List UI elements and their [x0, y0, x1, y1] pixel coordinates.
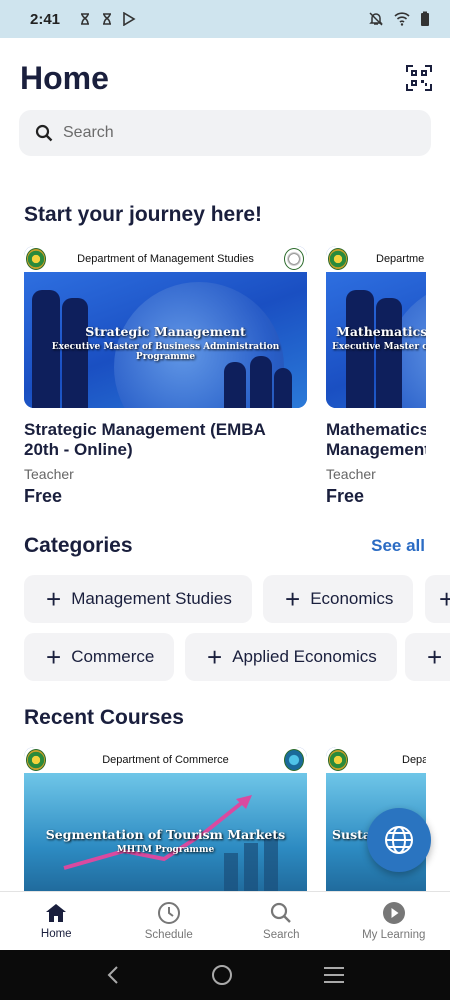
globe-icon [385, 826, 413, 854]
plus-icon: + [207, 642, 223, 672]
thumb-title: Mathematics & [336, 324, 426, 339]
thumb-image: Segmentation of Tourism Markets MHTM Pro… [24, 773, 307, 891]
thumb-title: Strategic Management [85, 324, 246, 339]
thumb-header: Depa [326, 747, 426, 773]
thumb-department: Departme [376, 253, 425, 265]
department-logo-icon [284, 749, 304, 771]
course-teacher: Teacher [24, 466, 74, 482]
plus-icon: + [46, 642, 62, 672]
plus-icon: + [427, 642, 443, 672]
search-icon [35, 124, 53, 142]
category-chip[interactable]: + Commerce [24, 633, 175, 681]
thumb-image: Mathematics & Executive Master of [326, 272, 426, 408]
home-icon [46, 904, 67, 922]
back-icon[interactable] [105, 965, 121, 985]
plus-icon: + [285, 584, 301, 614]
recent-course-card[interactable]: Department of Commerce Segmentation of T… [24, 747, 307, 891]
university-logo-icon [26, 248, 46, 270]
wifi-icon [394, 12, 410, 26]
silhouette [224, 362, 246, 408]
bottom-navigation: Home Schedule Search My Learning [0, 891, 450, 950]
course-title: Strategic Management (EMBA 20th - Online… [24, 420, 266, 459]
home-circle-icon[interactable] [211, 964, 233, 986]
see-all-link[interactable]: See all [371, 536, 425, 556]
course-thumbnail: Departme Mathematics & Executive Master … [326, 246, 426, 408]
category-chip[interactable]: + [405, 633, 450, 681]
nav-my-learning[interactable]: My Learning [338, 892, 450, 950]
section-title-recent: Recent Courses [24, 706, 184, 729]
play-circle-icon [382, 902, 405, 924]
silhouette [250, 356, 272, 408]
nav-search[interactable]: Search [225, 892, 338, 950]
category-chip[interactable]: + Applied Economics [185, 633, 397, 681]
course-price: Free [326, 486, 365, 506]
app-notification-icon [81, 13, 90, 25]
search-input[interactable] [63, 124, 383, 142]
recents-menu-icon[interactable] [323, 966, 345, 984]
category-chip[interactable]: + [425, 575, 450, 623]
section-title-categories: Categories [24, 534, 133, 557]
course-card[interactable]: Department of Management Studies Strateg… [24, 246, 307, 507]
status-notification-icons [78, 12, 136, 26]
play-store-icon [123, 12, 136, 26]
silhouette [274, 368, 292, 408]
category-label: Economics [310, 589, 394, 608]
clock-icon [157, 902, 180, 924]
status-bar: 2:41 [0, 0, 450, 38]
thumb-department: Department of Commerce [102, 754, 229, 766]
department-logo-icon [284, 248, 304, 270]
thumb-department: Department of Management Studies [77, 253, 254, 265]
nav-home-label: Home [40, 928, 72, 940]
mute-icon [369, 12, 383, 26]
thumb-department: Depa [402, 754, 426, 766]
thumb-header: Department of Commerce [24, 747, 307, 773]
nav-schedule-label: Schedule [144, 929, 193, 941]
course-price: Free [24, 486, 63, 506]
plus-icon: + [439, 584, 450, 614]
app-content: Home Start your journey here! Department… [0, 38, 450, 891]
category-chip[interactable]: + Management Studies [24, 575, 252, 623]
category-chip[interactable]: + Economics [263, 575, 414, 623]
course-card[interactable]: Departme Mathematics & Executive Master … [326, 246, 426, 507]
plus-icon: + [46, 584, 62, 614]
search-bar[interactable] [19, 110, 431, 156]
nav-home[interactable]: Home [0, 892, 113, 950]
app-notification-icon [103, 13, 112, 25]
silhouette [376, 298, 402, 408]
page-title: Home [20, 59, 109, 96]
thumb-header: Departme [326, 246, 426, 272]
category-label: Commerce [71, 647, 155, 666]
thumb-subtitle: Executive Master of Business Administrat… [51, 342, 280, 362]
nav-schedule[interactable]: Schedule [113, 892, 226, 950]
course-thumbnail: Department of Management Studies Strateg… [24, 246, 307, 408]
course-thumbnail: Department of Commerce Segmentation of T… [24, 747, 307, 891]
section-title-journey: Start your journey here! [24, 203, 263, 226]
header: Home [20, 58, 432, 98]
nav-my-learning-label: My Learning [362, 929, 426, 941]
category-label: Management Studies [71, 589, 232, 608]
qr-code-icon[interactable] [406, 65, 432, 91]
category-label: Applied Economics [232, 647, 377, 666]
thumb-title: Segmentation of Tourism Markets [45, 827, 286, 842]
thumb-subtitle: MHTM Programme [116, 845, 215, 855]
thumb-image: Strategic Management Executive Master of… [24, 272, 307, 408]
status-system-icons [368, 11, 430, 27]
university-logo-icon [328, 248, 348, 270]
university-logo-icon [328, 749, 348, 771]
battery-icon [421, 11, 429, 26]
thumb-header: Department of Management Studies [24, 246, 307, 272]
search-icon [271, 902, 292, 923]
thumb-subtitle: Executive Master of [332, 342, 426, 352]
university-logo-icon [26, 749, 46, 771]
language-fab-button[interactable] [367, 808, 431, 872]
course-teacher: Teacher [326, 466, 376, 482]
status-time: 2:41 [30, 10, 61, 28]
system-navigation-bar [0, 950, 450, 1000]
nav-search-label: Search [263, 929, 300, 941]
course-title: Mathematics Management [326, 420, 426, 459]
